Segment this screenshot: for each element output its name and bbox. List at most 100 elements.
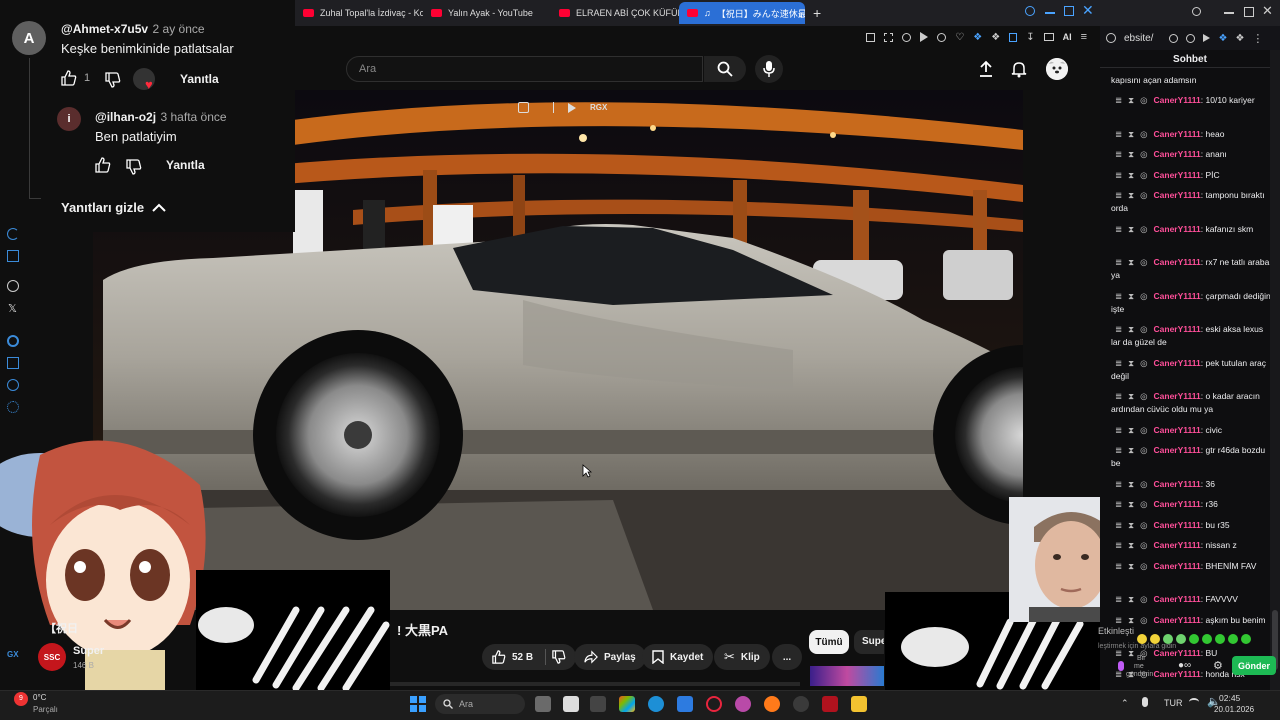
chat-username[interactable]: CanerY1111 — [1154, 170, 1201, 180]
comment-author[interactable]: @ilhan-o2j — [95, 110, 156, 124]
chat-scrollbar[interactable] — [1270, 50, 1280, 690]
emote-icon[interactable] — [1176, 634, 1186, 644]
like-icon[interactable] — [95, 157, 111, 173]
extension-icon[interactable]: ❖ — [973, 32, 982, 43]
taskbar-app-icon[interactable] — [563, 696, 579, 712]
chat-username[interactable]: CanerY1111 — [1154, 425, 1201, 435]
bag-icon[interactable] — [7, 250, 19, 262]
tab-3[interactable]: ELRAEN ABİ ÇOK KÜFÜR — [551, 2, 679, 24]
history-icon[interactable] — [7, 379, 19, 391]
share-button[interactable]: Paylaş — [574, 644, 646, 670]
x-icon[interactable]: 𝕏 — [8, 302, 17, 315]
chat-username[interactable]: CanerY1111 — [1154, 95, 1201, 105]
emote-icon[interactable] — [1241, 634, 1251, 644]
emote-icon[interactable] — [1150, 634, 1160, 644]
chat-username[interactable]: CanerY1111 — [1154, 540, 1201, 550]
wifi-icon[interactable] — [1189, 698, 1199, 706]
dislike-icon[interactable] — [105, 72, 121, 88]
tab-4-active[interactable]: ♫【祝日】みんな速休最後の — [679, 2, 805, 24]
address-fragment[interactable]: ebsite/ — [1124, 33, 1153, 44]
clip-button[interactable]: ✂ Klip — [714, 644, 770, 670]
skip-icon[interactable] — [568, 102, 576, 113]
block-icon[interactable] — [937, 32, 947, 42]
bookmark-icon[interactable] — [7, 357, 19, 369]
heart-icon[interactable]: ♡ — [955, 32, 964, 43]
copilot-icon[interactable] — [619, 696, 635, 712]
comment-author[interactable]: @Ahmet-x7u5v — [61, 22, 148, 36]
chat-username[interactable]: CanerY1111 — [1154, 445, 1201, 455]
openai-icon[interactable] — [7, 280, 19, 292]
extension-icon[interactable]: ❖ — [1218, 33, 1227, 44]
lock-icon[interactable] — [1009, 32, 1018, 42]
more-actions-button[interactable]: ... — [772, 644, 802, 670]
tab-2[interactable]: Yalın Ayak - YouTube — [423, 2, 551, 24]
reply-button[interactable]: Yanıtla — [166, 158, 205, 172]
ai-button[interactable]: AI — [1063, 32, 1072, 42]
emote-icon[interactable] — [1215, 634, 1225, 644]
emote-icon[interactable] — [1189, 634, 1199, 644]
chat-username[interactable]: CanerY1111 — [1154, 594, 1201, 604]
file-explorer-icon[interactable] — [851, 696, 867, 712]
chat-username[interactable]: CanerY1111 — [1154, 190, 1201, 200]
settings-icon[interactable] — [7, 401, 19, 413]
chat-username[interactable]: CanerY1111 — [1154, 149, 1201, 159]
filter-all-chip[interactable]: Tümü — [809, 630, 849, 654]
maximize-icon[interactable] — [1244, 7, 1254, 17]
chat-username[interactable]: CanerY1111 — [1154, 358, 1201, 368]
shield-icon[interactable] — [1169, 33, 1179, 43]
weather-widget[interactable]: 9 — [14, 692, 30, 708]
search-input[interactable]: Ara — [346, 56, 703, 82]
bits-icon[interactable]: ●∞ — [1178, 660, 1191, 671]
menu-icon[interactable]: ⋮ — [1252, 32, 1263, 45]
chat-username[interactable]: CanerY1111 — [1154, 291, 1201, 301]
account-avatar[interactable] — [1046, 58, 1068, 80]
comment-avatar[interactable]: A — [12, 21, 46, 55]
search-tabs-icon[interactable] — [1192, 7, 1201, 16]
close-icon[interactable]: ✕ — [1082, 2, 1094, 19]
pin-icon[interactable] — [866, 32, 876, 42]
dislike-icon[interactable] — [126, 159, 142, 175]
taskbar-app-icon[interactable] — [535, 696, 551, 712]
puzzle-icon[interactable]: ❖ — [991, 32, 1000, 43]
opera-gx-icon[interactable] — [706, 696, 722, 712]
minimize-icon[interactable] — [1224, 12, 1234, 14]
recommended-thumbnail[interactable] — [810, 666, 884, 686]
play-icon[interactable] — [1203, 34, 1211, 42]
chat-username[interactable]: CanerY1111 — [1154, 615, 1201, 625]
emote-icon[interactable] — [1163, 634, 1173, 644]
tray-chevron-icon[interactable]: ⌃ — [1121, 698, 1129, 709]
puzzle-icon[interactable]: ❖ — [1235, 33, 1244, 44]
comment-avatar[interactable]: i — [57, 107, 81, 131]
store-icon[interactable] — [677, 696, 693, 712]
play-icon[interactable] — [920, 32, 929, 42]
chat-username[interactable]: CanerY1111 — [1154, 391, 1201, 401]
dislike-icon[interactable] — [552, 650, 566, 664]
chat-input[interactable]: Bir me gönderin — [1112, 655, 1162, 681]
download-icon[interactable]: ↧ — [1026, 32, 1034, 43]
microphone-icon[interactable] — [1142, 697, 1148, 707]
shield-icon[interactable] — [902, 32, 912, 42]
maximize-icon[interactable] — [1064, 6, 1074, 16]
reply-button[interactable]: Yanıtla — [180, 72, 219, 86]
emote-icon[interactable] — [1228, 634, 1238, 644]
tab-1[interactable]: Zuhal Topal'la İzdivaç - Ko — [295, 2, 423, 24]
chat-username[interactable]: CanerY1111 — [1154, 499, 1201, 509]
hide-replies-button[interactable]: Yanıtları gizle — [61, 200, 166, 215]
voice-search-button[interactable] — [755, 55, 783, 83]
filter-super-chip[interactable]: Super — [854, 630, 884, 654]
mic-icon[interactable] — [1118, 661, 1124, 671]
menu-icon[interactable]: ≡ — [1081, 31, 1087, 43]
send-button[interactable]: Gönder — [1232, 656, 1276, 675]
refresh-icon[interactable] — [7, 228, 19, 240]
popout-icon[interactable] — [518, 102, 529, 113]
like-icon[interactable] — [61, 70, 77, 86]
minimize-icon[interactable] — [1045, 12, 1055, 14]
screenshot-icon[interactable] — [884, 32, 894, 42]
taskbar-app-icon[interactable] — [822, 696, 838, 712]
chat-username[interactable]: CanerY1111 — [1154, 561, 1201, 571]
camera-icon[interactable] — [1043, 33, 1054, 41]
language-indicator[interactable]: TUR — [1164, 698, 1183, 708]
channel-avatar[interactable]: SSC — [38, 643, 66, 671]
chat-username[interactable]: CanerY1111 — [1154, 324, 1201, 334]
search-tabs-icon[interactable] — [1025, 6, 1035, 16]
